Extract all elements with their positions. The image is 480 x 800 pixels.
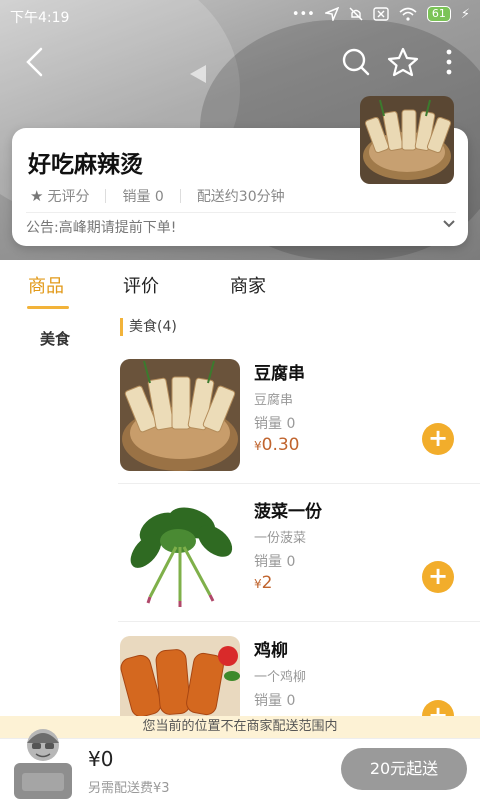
status-bar: 下午4:19 ••• 61 ⚡ [0,0,480,32]
product-price: ¥2 [254,573,273,593]
product-description: 豆腐串 [254,393,294,408]
no-sim-icon [373,7,389,21]
more-dots-icon: ••• [291,6,315,22]
add-to-cart-button[interactable]: + [422,561,454,593]
product-item[interactable]: 豆腐串 豆腐串 销量 0 ¥0.30 + [118,359,480,489]
product-image [120,497,240,609]
charging-icon: ⚡ [460,6,470,22]
product-item[interactable]: 菠菜一份 一份菠菜 销量 0 ¥2 + [118,497,480,627]
tab-goods[interactable]: 商品 [28,272,64,298]
shop-rating: 无评分 [47,189,90,205]
star-outline-icon [387,47,419,77]
cart-mascot-icon[interactable] [8,717,78,799]
tab-bar: 商品 评价 商家 [0,266,480,312]
category-sidebar: 美食 [0,312,110,712]
cart-bar: ¥0 另需配送费¥3 20元起送 [0,729,480,800]
active-tab-indicator [27,306,69,309]
divider [105,189,107,203]
product-name: 鸡柳 [254,641,288,661]
search-icon [342,48,370,76]
product-name: 豆腐串 [254,364,305,384]
back-chevron-icon [26,47,43,77]
section-header: 美食(4) [120,318,177,336]
product-description: 一份菠菜 [254,531,307,546]
shop-name: 好吃麻辣烫 [28,152,143,178]
shop-meta: ★ 无评分 销量 0 配送约30分钟 [30,186,285,206]
favorite-button[interactable] [383,42,423,82]
divider [118,483,480,484]
tab-reviews[interactable]: 评价 [123,272,159,298]
divider [118,621,480,622]
product-sales: 销量 0 [254,693,296,709]
product-price: ¥0.30 [254,435,300,455]
more-button[interactable] [429,42,469,82]
product-sales: 销量 0 [254,416,296,432]
category-item-food[interactable]: 美食 [0,328,110,349]
back-button[interactable] [14,42,54,82]
wifi-icon [399,7,417,21]
battery-level: 61 [426,6,451,22]
header-decor-triangle [190,65,206,83]
chevron-down-icon[interactable] [442,214,456,233]
shop-delivery-time: 配送约30分钟 [196,189,285,205]
divider [179,189,181,203]
checkout-button[interactable]: 20元起送 [341,748,467,790]
status-time: 下午4:19 [10,10,70,26]
shop-notice[interactable]: 公告:高峰期请提前下单! [26,212,456,237]
shop-sales: 销量 0 [122,189,164,205]
location-icon [324,7,339,21]
product-name: 菠菜一份 [254,502,322,522]
search-button[interactable] [336,42,376,82]
delivery-fee: 另需配送费¥3 [88,781,170,796]
mute-icon [349,7,363,21]
product-sales: 销量 0 [254,554,296,570]
rating-star-icon: ★ [30,187,44,205]
product-description: 一个鸡柳 [254,670,307,685]
status-icons: ••• 61 ⚡ [292,6,470,22]
shop-logo-image [360,96,454,184]
add-to-cart-button[interactable]: + [422,423,454,455]
tab-merchant[interactable]: 商家 [230,272,266,298]
cart-total: ¥0 [88,747,114,771]
more-vertical-icon [446,49,452,75]
product-image [120,359,240,471]
